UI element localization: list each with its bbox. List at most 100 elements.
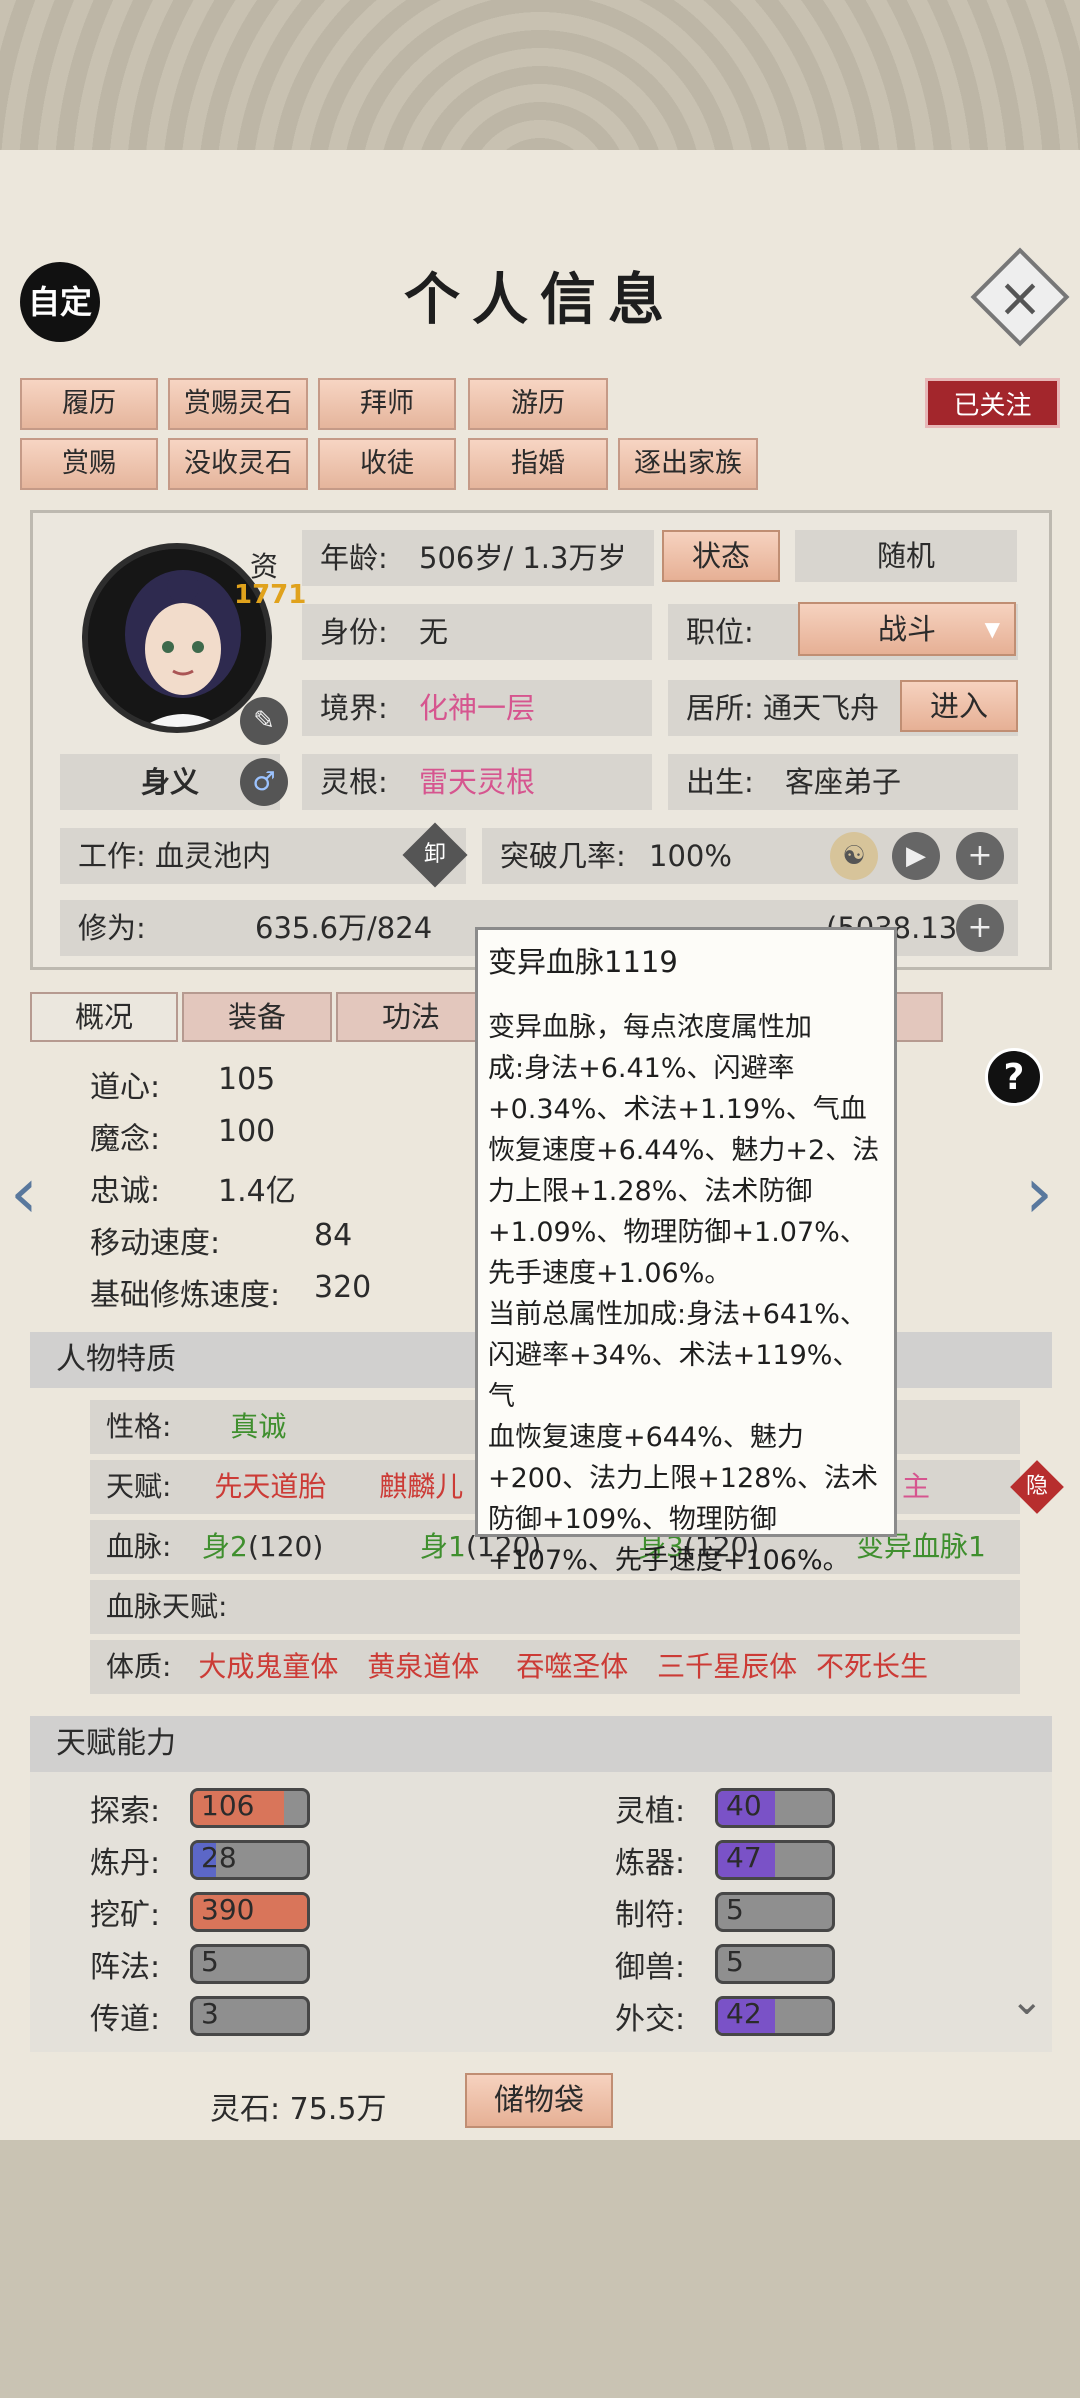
tooltip-line: 先手速度+1.06%。 [488, 1258, 732, 1289]
spirit-stone-value: 75.5万 [289, 2092, 387, 2127]
tooltip-line: 力上限+1.28%、法术防御 [488, 1176, 813, 1207]
tooltip-line: 当前总属性加成:身法+641%、 [488, 1299, 867, 1330]
root-value: 雷天灵根 [419, 765, 536, 799]
ability-label: 外交: [615, 2002, 686, 2037]
physique-item[interactable]: 不死长生 [816, 1650, 928, 1683]
storage-bag-button[interactable]: 储物袋 [465, 2073, 613, 2128]
unload-badge: 卸 [423, 842, 446, 867]
travel-button[interactable]: 游历 [468, 378, 608, 430]
ability-bar: 106 [190, 1788, 310, 1828]
history-button[interactable]: 履历 [20, 378, 158, 430]
physique-label: 体质: [106, 1650, 172, 1683]
work-label: 工作: [78, 839, 146, 873]
demon-value: 100 [218, 1114, 276, 1149]
ability-label: 炼丹: [90, 1846, 161, 1881]
ability-bar: 5 [715, 1944, 835, 1984]
tab-overview[interactable]: 概况 [30, 992, 178, 1042]
tooltip-line: 闪避率+34%、术法+119%、气 [488, 1340, 860, 1412]
ability-value: 5 [726, 1945, 744, 1978]
breakthrough-value: 100% [649, 839, 732, 873]
loyalty-label: 忠诚: [90, 1174, 161, 1209]
bloodline-label: 血脉: [106, 1530, 172, 1563]
aptitude-label: 资 [250, 550, 279, 583]
plus-icon[interactable]: + [956, 832, 1004, 880]
tab-equipment[interactable]: 装备 [182, 992, 332, 1042]
brush-icon[interactable]: ✎ [240, 697, 288, 745]
follow-button[interactable]: 已关注 [925, 378, 1060, 428]
talent-item[interactable]: 麒麟儿 [379, 1470, 463, 1503]
realm-value: 化神一层 [419, 691, 536, 725]
tooltip-line: +0.34%、术法+1.19%、气血 [488, 1094, 867, 1125]
tooltip-body: 变异血脉，每点浓度属性加 成:身法+6.41%、闪避率 +0.34%、术法+1.19… [488, 1007, 884, 1581]
tooltip-line: +1.09%、物理防御+1.07%、 [488, 1217, 867, 1248]
confiscate-stone-button[interactable]: 没收灵石 [168, 438, 308, 490]
bloodline-tooltip: 变异血脉1119 变异血脉，每点浓度属性加 成:身法+6.41%、闪避率 +0.34… [475, 927, 897, 1576]
bloodline-name[interactable]: 身2 [202, 1520, 248, 1574]
ability-bar: 3 [190, 1996, 310, 2036]
physique-item[interactable]: 黄泉道体 [367, 1650, 479, 1683]
ability-bar: 42 [715, 1996, 835, 2036]
age-value: 506岁/ 1.3万岁 [419, 541, 627, 575]
realm-field: 境界: 化神一层 [302, 680, 652, 736]
status-button[interactable]: 状态 [662, 530, 780, 582]
physique-row: 体质: 大成鬼童体 黄泉道体 吞噬圣体 三千星辰体 不死长生 [90, 1640, 1020, 1694]
enter-button[interactable]: 进入 [900, 680, 1018, 732]
page-title: 个人信息 [404, 267, 676, 333]
work-value: 血灵池内 [155, 839, 272, 873]
play-icon[interactable]: ▶ [892, 832, 940, 880]
identity-label: 身份: [320, 615, 388, 649]
ability-value: 3 [201, 1997, 219, 2030]
position-select[interactable]: 战斗 ▼ [798, 602, 1016, 656]
next-arrow-icon[interactable]: › [1025, 1152, 1053, 1234]
talent-item[interactable]: 主 [902, 1460, 930, 1514]
birth-label: 出生: [686, 765, 754, 799]
physique-item[interactable]: 三千星辰体 [657, 1650, 797, 1683]
physique-item[interactable]: 大成鬼童体 [198, 1650, 338, 1683]
meditate-icon[interactable]: ☯ [830, 832, 878, 880]
ability-value: 390 [201, 1893, 255, 1926]
prev-arrow-icon[interactable]: ‹ [10, 1152, 38, 1234]
abilities-section-title: 天赋能力 [30, 1716, 1052, 1772]
abilities-panel [30, 1772, 1052, 2052]
bottom-background [0, 2140, 1080, 2398]
physique-item[interactable]: 吞噬圣体 [516, 1650, 628, 1683]
personality-value: 真诚 [230, 1410, 287, 1443]
ability-bar: 28 [190, 1840, 310, 1880]
reward-stone-button[interactable]: 赏赐灵石 [168, 378, 308, 430]
ability-label: 探索: [90, 1794, 161, 1829]
cultivation-plus-icon[interactable]: + [956, 904, 1004, 952]
take-disciple-button[interactable]: 收徒 [318, 438, 456, 490]
cultivation-value: 635.6万/824 [255, 911, 433, 945]
tab-skills[interactable]: 功法 [336, 992, 486, 1042]
bloodline-talent-row: 血脉天赋: [90, 1580, 1020, 1634]
position-label: 职位: [686, 615, 754, 649]
spirit-stone-display: 灵石: 75.5万 [210, 2084, 386, 2128]
expel-button[interactable]: 逐出家族 [618, 438, 758, 490]
top-wave-background [0, 0, 1080, 160]
ability-bar: 5 [715, 1892, 835, 1932]
ability-value: 40 [726, 1789, 762, 1822]
ability-label: 御兽: [615, 1950, 686, 1985]
scroll-down-icon[interactable]: ⌄ [1010, 1978, 1044, 2024]
tooltip-line: 血恢复速度+644%、魅力 [488, 1422, 804, 1453]
arrange-marriage-button[interactable]: 指婚 [468, 438, 608, 490]
identity-value: 无 [419, 615, 449, 649]
reward-button[interactable]: 赏赐 [20, 438, 158, 490]
bloodline-name[interactable]: 身1 [420, 1520, 466, 1574]
tooltip-line: 成:身法+6.41%、闪避率 [488, 1053, 795, 1084]
root-field: 灵根: 雷天灵根 [302, 754, 652, 810]
ability-value: 47 [726, 1841, 762, 1874]
personality-label: 性格: [106, 1410, 172, 1443]
dao-heart-value: 105 [218, 1062, 276, 1097]
avatar[interactable] [82, 543, 272, 733]
apprentice-button[interactable]: 拜师 [318, 378, 456, 430]
ability-bar: 40 [715, 1788, 835, 1828]
talent-item[interactable]: 先天道胎 [214, 1470, 326, 1503]
ability-label: 制符: [615, 1898, 686, 1933]
help-button[interactable]: ? [985, 1048, 1043, 1106]
random-button[interactable]: 随机 [795, 530, 1017, 582]
male-icon: ♂ [240, 758, 288, 806]
identity-field: 身份: 无 [302, 604, 652, 660]
ability-value: 5 [726, 1893, 744, 1926]
demon-label: 魔念: [90, 1122, 161, 1157]
